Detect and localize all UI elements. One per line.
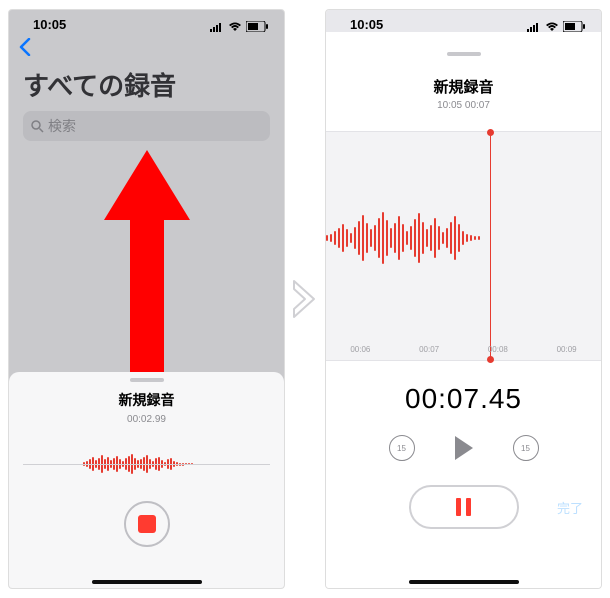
status-bar: 10:05 [326,10,601,32]
home-indicator[interactable] [409,580,519,584]
waveform-area[interactable]: 00:06 00:07 00:08 00:09 [326,131,601,361]
sheet-grabber[interactable] [130,378,164,382]
recording-sheet-collapsed[interactable]: 新規録音 00:02.99 [9,372,284,588]
signal-icon [210,22,224,32]
play-button[interactable] [455,436,473,460]
battery-icon [246,21,268,32]
status-icons [210,21,268,32]
stop-record-button[interactable] [124,501,170,547]
search-input[interactable]: 検索 [23,111,270,141]
timemark: 00:07 [419,345,439,354]
pause-record-button[interactable] [409,485,519,529]
waveform-bars [83,454,193,474]
back-button[interactable] [9,32,284,62]
playback-controls: 15 15 [326,435,601,461]
timemark: 00:06 [350,345,370,354]
playhead[interactable] [490,132,491,360]
sheet-grabber[interactable] [447,52,481,56]
stop-icon [138,515,156,533]
status-icons [527,21,585,32]
waveform-bars [326,212,480,264]
search-placeholder: 検索 [48,116,76,136]
current-time: 00:07.45 [326,383,601,415]
wifi-icon [545,22,559,32]
recording-title: 新規録音 [326,76,601,97]
status-time: 10:05 [33,17,66,32]
bottom-row: 完了 [326,485,601,529]
recording-elapsed: 00:02.99 [9,414,284,425]
status-bar: 10:05 [9,10,284,32]
timemark: 00:08 [488,345,508,354]
skip-forward-button[interactable]: 15 [513,435,539,461]
waveform-small [23,445,270,483]
page-title: すべての録音 [9,62,284,111]
time-markers: 00:06 00:07 00:08 00:09 [326,345,601,354]
recording-sheet-expanded: 新規録音 10:05 00:07 00:06 00:07 00:08 00:09… [326,46,601,588]
done-button[interactable]: 完了 [557,498,583,517]
battery-icon [563,21,585,32]
phone-screen-expanded: 10:05 新規録音 10:05 00:07 00:06 00:07 00:08… [325,9,602,589]
pause-bar [456,498,461,516]
timemark: 00:09 [557,345,577,354]
signal-icon [527,22,541,32]
swipe-up-arrow [104,150,190,380]
chevron-left-icon [19,38,31,56]
pause-bar [466,498,471,516]
home-indicator[interactable] [92,580,202,584]
wifi-icon [228,22,242,32]
status-time: 10:05 [350,17,383,32]
search-icon [31,120,44,133]
phone-screen-list: 10:05 すべての録音 検索 新規録音 00:02.99 [8,9,285,589]
transition-arrow [290,277,320,321]
recording-title: 新規録音 [9,390,284,410]
skip-back-button[interactable]: 15 [389,435,415,461]
recording-subtitle: 10:05 00:07 [326,100,601,111]
chevron-right-outline-icon [292,279,318,319]
